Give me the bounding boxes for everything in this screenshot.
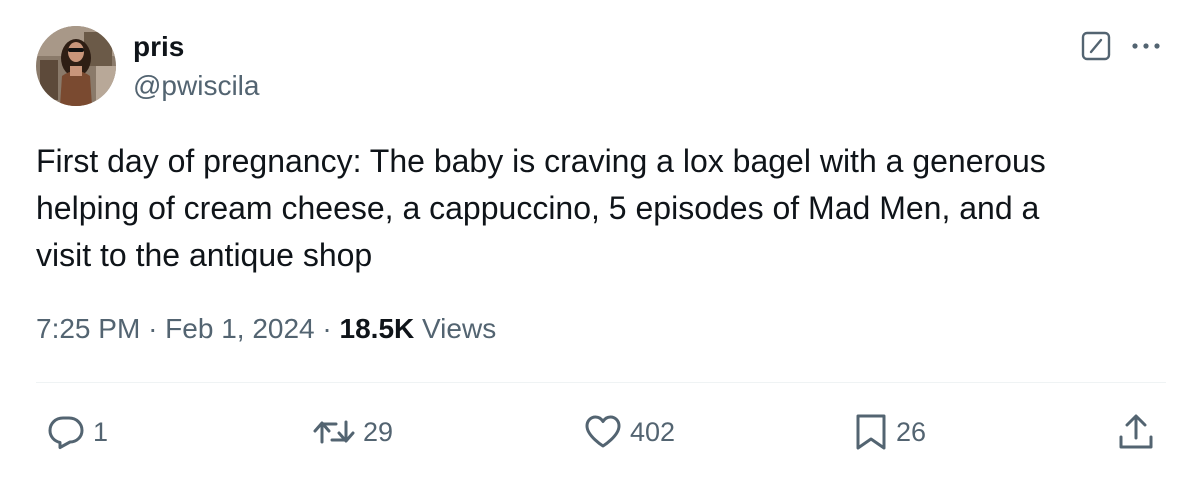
views-count[interactable]: 18.5K xyxy=(340,313,415,344)
tweet-card: pris @pwiscila First day of pregnancy: T… xyxy=(0,0,1202,486)
like-button[interactable]: 402 xyxy=(583,412,675,452)
tweet-time[interactable]: 7:25 PM xyxy=(36,313,140,344)
more-dots-icon[interactable] xyxy=(1128,30,1164,62)
bookmark-icon xyxy=(853,412,889,452)
avatar[interactable] xyxy=(36,26,116,106)
user-handle[interactable]: @pwiscila xyxy=(133,69,259,103)
repost-count: 29 xyxy=(363,416,394,447)
share-icon xyxy=(1116,412,1156,452)
heart-icon xyxy=(583,412,623,452)
meta-separator: · xyxy=(322,313,332,344)
divider xyxy=(36,382,1166,383)
share-button[interactable] xyxy=(1116,412,1156,452)
display-name[interactable]: pris xyxy=(133,30,184,64)
tweet-date[interactable]: Feb 1, 2024 xyxy=(165,313,314,344)
tweet-meta: 7:25 PM · Feb 1, 2024 · 18.5K Views xyxy=(36,311,496,347)
bookmark-button[interactable]: 26 xyxy=(853,412,926,452)
reply-icon xyxy=(46,412,86,452)
repost-button[interactable]: 29 xyxy=(312,412,393,452)
meta-separator: · xyxy=(148,313,158,344)
reply-button[interactable]: 1 xyxy=(46,412,108,452)
views-label: Views xyxy=(422,313,497,344)
bookmark-count: 26 xyxy=(896,416,927,447)
like-count: 402 xyxy=(630,416,676,447)
reply-count: 1 xyxy=(93,416,109,447)
grok-slash-icon[interactable] xyxy=(1080,30,1112,62)
repost-icon xyxy=(312,412,356,452)
tweet-text: First day of pregnancy: The baby is crav… xyxy=(36,143,1046,273)
